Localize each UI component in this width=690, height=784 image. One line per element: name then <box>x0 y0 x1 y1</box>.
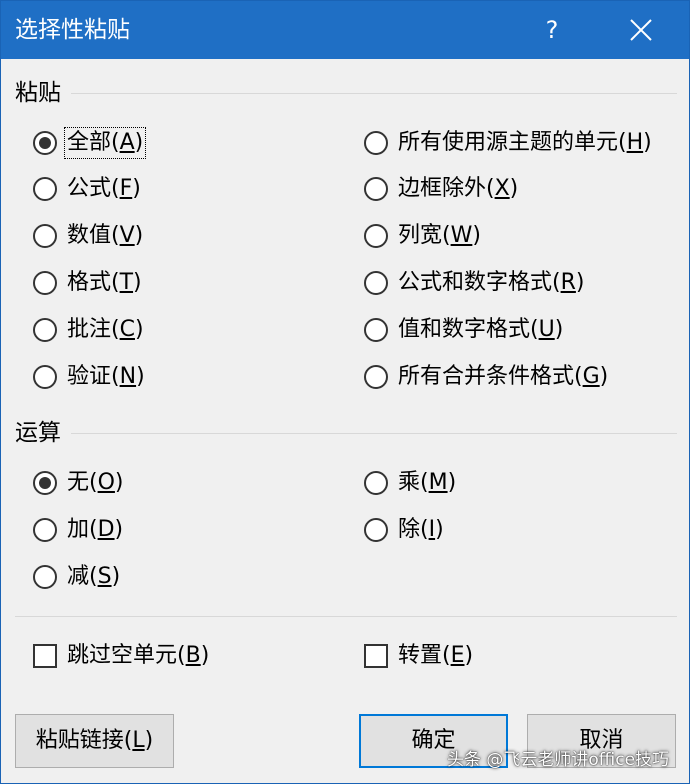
radio-operation-multiply[interactable]: 乘(M) <box>364 466 458 500</box>
option-label: 加(D) <box>67 517 124 542</box>
paste-link-button[interactable]: 粘贴链接(L) <box>15 714 174 768</box>
option-label: 所有使用源主题的单元(H) <box>398 130 652 155</box>
option-label: 公式(F) <box>67 176 141 201</box>
radio-circle <box>364 131 388 155</box>
radio-paste-merge-conditional-formats[interactable]: 所有合并条件格式(G) <box>364 360 610 394</box>
option-label: 列宽(W) <box>398 223 481 248</box>
checkbox-transpose[interactable]: 转置(E) <box>364 639 475 673</box>
radio-operation-subtract[interactable]: 减(S) <box>33 560 122 594</box>
radio-circle <box>364 177 388 201</box>
dialog-title: 选择性粘贴 <box>15 17 130 43</box>
radio-circle <box>33 177 57 201</box>
radio-circle <box>364 224 388 248</box>
radio-circle <box>364 271 388 295</box>
close-button[interactable] <box>613 5 669 55</box>
option-label: 全部(A) <box>63 127 147 159</box>
radio-paste-values[interactable]: 数值(V) <box>33 219 145 253</box>
radio-circle <box>33 224 57 248</box>
close-icon <box>630 19 652 41</box>
radio-circle <box>364 365 388 389</box>
radio-paste-validation[interactable]: 验证(N) <box>33 360 147 394</box>
radio-paste-formulas[interactable]: 公式(F) <box>33 172 143 206</box>
radio-circle <box>33 131 57 155</box>
option-label: 批注(C) <box>67 317 144 342</box>
radio-paste-all-source-theme[interactable]: 所有使用源主题的单元(H) <box>364 126 654 160</box>
radio-circle <box>33 271 57 295</box>
radio-operation-add[interactable]: 加(D) <box>33 513 125 547</box>
operation-section-line <box>71 433 677 434</box>
option-label: 边框除外(X) <box>398 176 519 201</box>
watermark: 头条 @飞云老师讲office技巧 <box>447 750 670 770</box>
radio-circle <box>364 318 388 342</box>
option-label: 数值(V) <box>67 223 144 248</box>
title-bar: 选择性粘贴 ? <box>1 1 689 59</box>
option-label: 跳过空单元(B) <box>67 643 210 668</box>
option-label: 格式(T) <box>67 270 142 295</box>
option-label: 减(S) <box>67 564 121 589</box>
radio-circle <box>33 518 57 542</box>
paste-section-line <box>71 93 677 94</box>
radio-circle <box>364 471 388 495</box>
radio-circle <box>33 471 57 495</box>
radio-operation-none[interactable]: 无(O) <box>33 466 126 500</box>
section-divider <box>15 616 677 617</box>
radio-circle <box>33 565 57 589</box>
option-label: 公式和数字格式(R) <box>398 270 585 295</box>
radio-circle <box>33 318 57 342</box>
help-button[interactable]: ? <box>529 7 575 53</box>
checkbox-box <box>364 644 388 668</box>
option-label: 除(I) <box>398 517 444 542</box>
radio-paste-formulas-number-formats[interactable]: 公式和数字格式(R) <box>364 266 586 300</box>
radio-operation-divide[interactable]: 除(I) <box>364 513 446 547</box>
radio-paste-column-widths[interactable]: 列宽(W) <box>364 219 483 253</box>
radio-paste-except-borders[interactable]: 边框除外(X) <box>364 172 520 206</box>
operation-section-heading: 运算 <box>15 420 61 446</box>
radio-paste-formats[interactable]: 格式(T) <box>33 266 144 300</box>
option-label: 无(O) <box>67 470 124 495</box>
radio-paste-all[interactable]: 全部(A) <box>33 126 147 160</box>
radio-circle <box>364 518 388 542</box>
option-label: 所有合并条件格式(G) <box>398 364 609 389</box>
radio-circle <box>33 365 57 389</box>
option-label: 值和数字格式(U) <box>398 317 564 342</box>
radio-paste-values-number-formats[interactable]: 值和数字格式(U) <box>364 313 565 347</box>
paste-special-dialog: 选择性粘贴 ? 粘贴 全部(A) 公式(F) 数值(V) 格式(T) 批注(C)… <box>0 0 690 784</box>
checkbox-skip-blanks[interactable]: 跳过空单元(B) <box>33 639 211 673</box>
option-label: 验证(N) <box>67 364 145 389</box>
option-label: 乘(M) <box>398 470 457 495</box>
option-label: 转置(E) <box>398 643 474 668</box>
paste-section-heading: 粘贴 <box>15 80 61 106</box>
radio-paste-comments[interactable]: 批注(C) <box>33 313 146 347</box>
checkbox-box <box>33 644 57 668</box>
